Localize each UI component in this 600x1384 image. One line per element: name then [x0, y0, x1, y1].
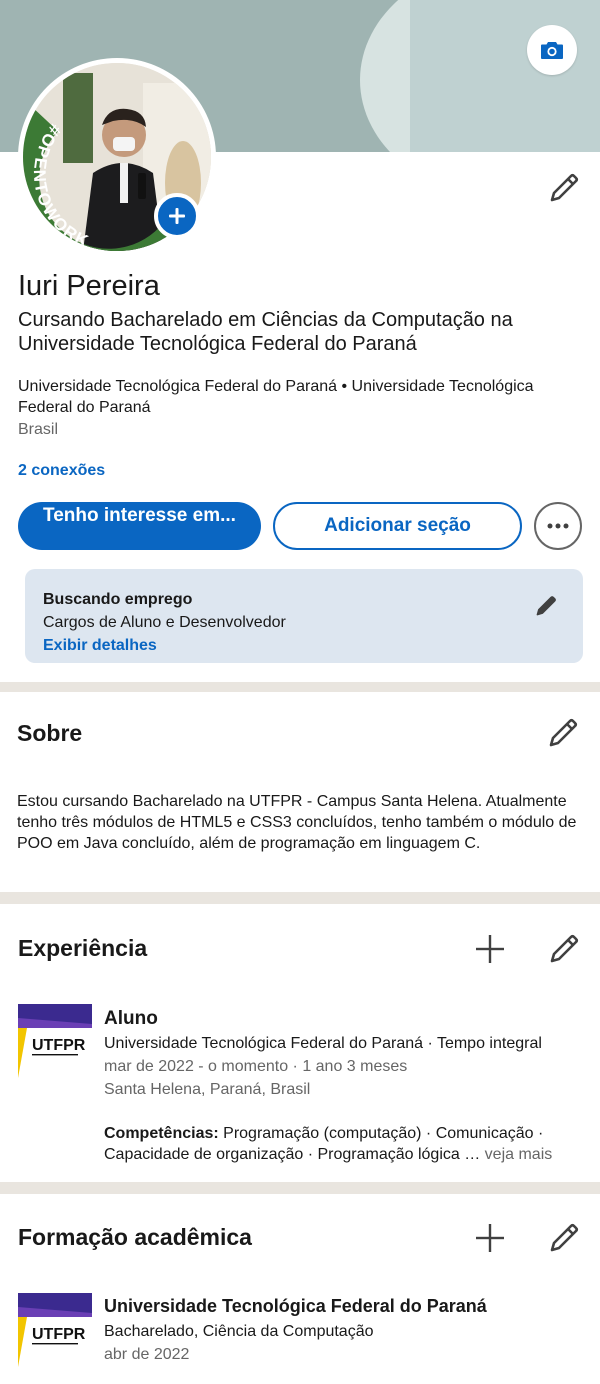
- experience-company: Universidade Tecnológica Federal do Para…: [104, 1035, 542, 1052]
- connections-link[interactable]: 2 conexões: [18, 462, 105, 480]
- edit-cover-button[interactable]: [527, 25, 577, 75]
- experience-title: Experiência: [18, 935, 148, 961]
- open-to-work-title: Buscando emprego: [43, 591, 193, 608]
- edit-about-button[interactable]: [545, 715, 581, 751]
- experience-skills[interactable]: Competências: Programação (computação) ·…: [104, 1123, 584, 1165]
- pencil-icon: [550, 1223, 579, 1252]
- education-degree: Bacharelado, Ciência da Computação: [104, 1323, 374, 1340]
- skills-label: Competências:: [104, 1125, 219, 1142]
- company-logo[interactable]: UTFPR: [18, 1004, 92, 1078]
- education-title: Formação acadêmica: [18, 1224, 252, 1250]
- school-logo[interactable]: UTFPR: [18, 1293, 92, 1367]
- logo-text: UTFPR: [32, 1326, 86, 1343]
- add-education-button[interactable]: [472, 1220, 508, 1256]
- show-details-link[interactable]: Exibir detalhes: [43, 637, 157, 655]
- add-experience-button[interactable]: [472, 931, 508, 967]
- section-divider: [0, 682, 600, 692]
- edit-experience-button[interactable]: [546, 931, 582, 967]
- about-text: Estou cursando Bacharelado na UTFPR - Ca…: [17, 793, 577, 852]
- add-photo-button[interactable]: [154, 193, 200, 239]
- profile-name: Iuri Pereira: [18, 270, 160, 302]
- section-divider: [0, 1182, 600, 1194]
- experience-location: Santa Helena, Paraná, Brasil: [104, 1081, 311, 1098]
- experience-period: mar de 2022 - o momento · 1 ano 3 meses: [104, 1058, 408, 1075]
- add-section-button[interactable]: Adicionar seção: [273, 502, 522, 550]
- utfpr-logo: UTFPR: [18, 1004, 92, 1078]
- utfpr-logo: UTFPR: [18, 1293, 92, 1367]
- logo-text: UTFPR: [32, 1037, 86, 1054]
- ellipsis-icon: [547, 523, 569, 529]
- experience-role[interactable]: Aluno: [104, 1008, 158, 1030]
- interest-button[interactable]: Tenho interesse em...: [18, 502, 261, 550]
- edit-education-button[interactable]: [546, 1220, 582, 1256]
- education-school[interactable]: Universidade Tecnológica Federal do Para…: [104, 1296, 487, 1317]
- section-divider: [0, 892, 600, 904]
- open-to-work-card[interactable]: Buscando emprego Cargos de Aluno e Desen…: [25, 569, 583, 663]
- plus-icon: [169, 208, 185, 224]
- education-date: abr de 2022: [104, 1346, 190, 1363]
- plus-icon: [476, 935, 504, 963]
- profile-education-line: Universidade Tecnológica Federal do Para…: [18, 378, 534, 416]
- open-to-work-roles: Cargos de Aluno e Desenvolvedor: [43, 614, 286, 631]
- pencil-icon: [550, 934, 579, 963]
- edit-open-to-work-button[interactable]: [533, 593, 559, 619]
- pencil-icon: [536, 596, 556, 616]
- plus-icon: [476, 1224, 504, 1252]
- camera-icon: [541, 42, 563, 59]
- profile-headline: Cursando Bacharelado em Ciências da Comp…: [18, 309, 513, 355]
- cover-shape: [410, 0, 600, 152]
- about-title: Sobre: [17, 720, 83, 746]
- pencil-icon: [550, 173, 579, 202]
- profile-location: Brasil: [18, 421, 59, 438]
- edit-intro-button[interactable]: [546, 170, 582, 206]
- pencil-icon: [549, 718, 578, 747]
- more-actions-button[interactable]: [534, 502, 582, 550]
- see-more-link[interactable]: veja mais: [485, 1146, 553, 1163]
